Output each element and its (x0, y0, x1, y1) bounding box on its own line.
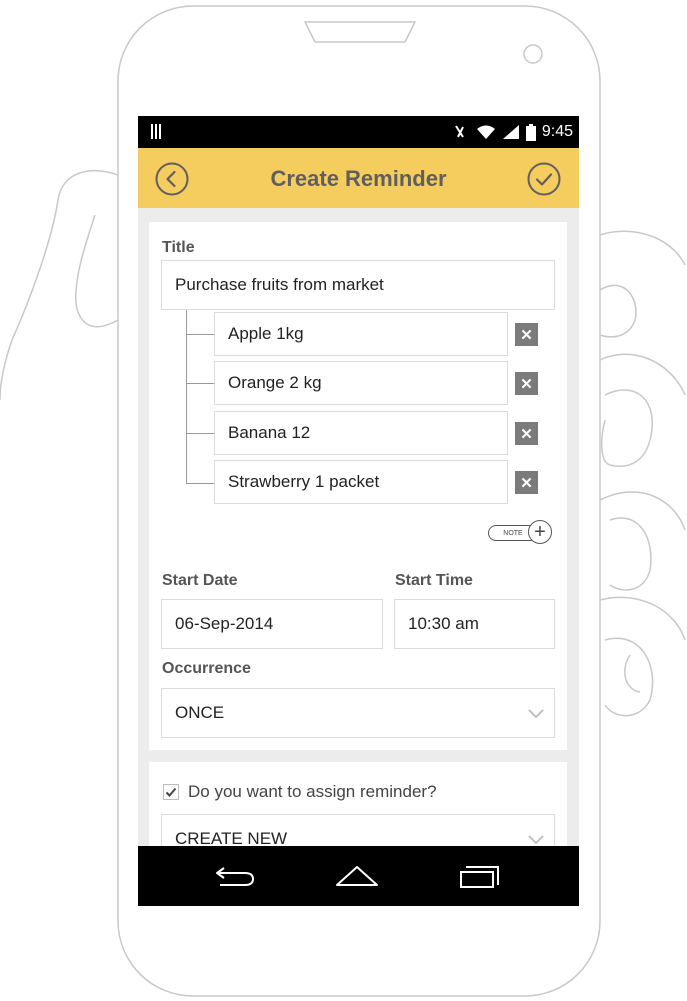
item-tree-line (186, 310, 187, 483)
page-title: Create Reminder (270, 166, 447, 191)
app-bar: Create Reminder (138, 148, 579, 208)
occurrence-select[interactable]: ONCE (161, 688, 555, 738)
chevron-down-icon (528, 835, 544, 845)
nav-home-icon[interactable] (334, 861, 380, 891)
status-time: 9:45 (541, 123, 573, 140)
wifi-icon (476, 125, 495, 139)
system-nav-bar (138, 846, 579, 906)
plus-icon: + (528, 520, 552, 544)
add-note-button[interactable]: NOTE + (476, 519, 560, 547)
list-item[interactable]: Orange 2 kg (214, 361, 508, 405)
delete-item-button[interactable]: ✕ (515, 372, 538, 395)
list-item[interactable]: Strawberry 1 packet (214, 460, 508, 504)
checkmark-icon (165, 787, 177, 797)
chevron-down-icon (528, 709, 544, 719)
status-bar: 9:45 (138, 116, 579, 148)
reminder-form-card: Title Purchase fruits from market Apple … (149, 222, 567, 750)
start-date-label: Start Date (162, 572, 238, 589)
close-icon: ✕ (520, 375, 533, 393)
assign-checkbox-label: Do you want to assign reminder? (188, 782, 437, 801)
nav-recents-icon[interactable] (458, 861, 504, 891)
title-input[interactable]: Purchase fruits from market (161, 260, 555, 310)
notification-icon (151, 124, 161, 139)
title-label: Title (162, 239, 195, 256)
signal-icon (502, 125, 519, 139)
list-item[interactable]: Apple 1kg (214, 312, 508, 356)
occurrence-value: ONCE (175, 703, 225, 722)
right-finger-2 (599, 353, 686, 467)
delete-item-button[interactable]: ✕ (515, 471, 538, 494)
right-finger-1 (599, 230, 686, 338)
phone-screen: 9:45 Create Reminder Do you want to assi… (138, 116, 579, 906)
occurrence-label: Occurrence (162, 660, 251, 677)
start-date-value: 06-Sep-2014 (175, 614, 274, 633)
start-time-label: Start Time (395, 572, 473, 589)
close-icon: ✕ (520, 425, 533, 443)
title-input-value: Purchase fruits from market (175, 275, 384, 294)
close-icon: ✕ (520, 474, 533, 492)
delete-item-button[interactable]: ✕ (515, 323, 538, 346)
right-nail (624, 654, 641, 693)
start-time-field[interactable]: 10:30 am (394, 599, 555, 649)
delete-item-button[interactable]: ✕ (515, 422, 538, 445)
right-finger-4 (599, 596, 686, 717)
assign-checkbox[interactable] (163, 784, 179, 800)
start-time-value: 10:30 am (408, 614, 479, 633)
right-finger-3 (599, 491, 686, 591)
list-item[interactable]: Banana 12 (214, 411, 508, 455)
start-date-field[interactable]: 06-Sep-2014 (161, 599, 383, 649)
check-circle-icon[interactable] (527, 162, 561, 196)
list-item-label: Banana 12 (228, 423, 311, 442)
nav-back-icon[interactable] (212, 861, 258, 891)
phone-camera (523, 44, 543, 64)
phone-speaker (303, 21, 417, 43)
battery-icon (525, 123, 536, 141)
mute-icon (455, 125, 464, 138)
left-thumb (0, 169, 119, 401)
close-icon: ✕ (520, 326, 533, 344)
left-thumb-nail (74, 214, 119, 328)
list-item-label: Apple 1kg (228, 324, 304, 343)
list-item-label: Strawberry 1 packet (228, 472, 380, 491)
list-item-label: Orange 2 kg (228, 373, 322, 392)
